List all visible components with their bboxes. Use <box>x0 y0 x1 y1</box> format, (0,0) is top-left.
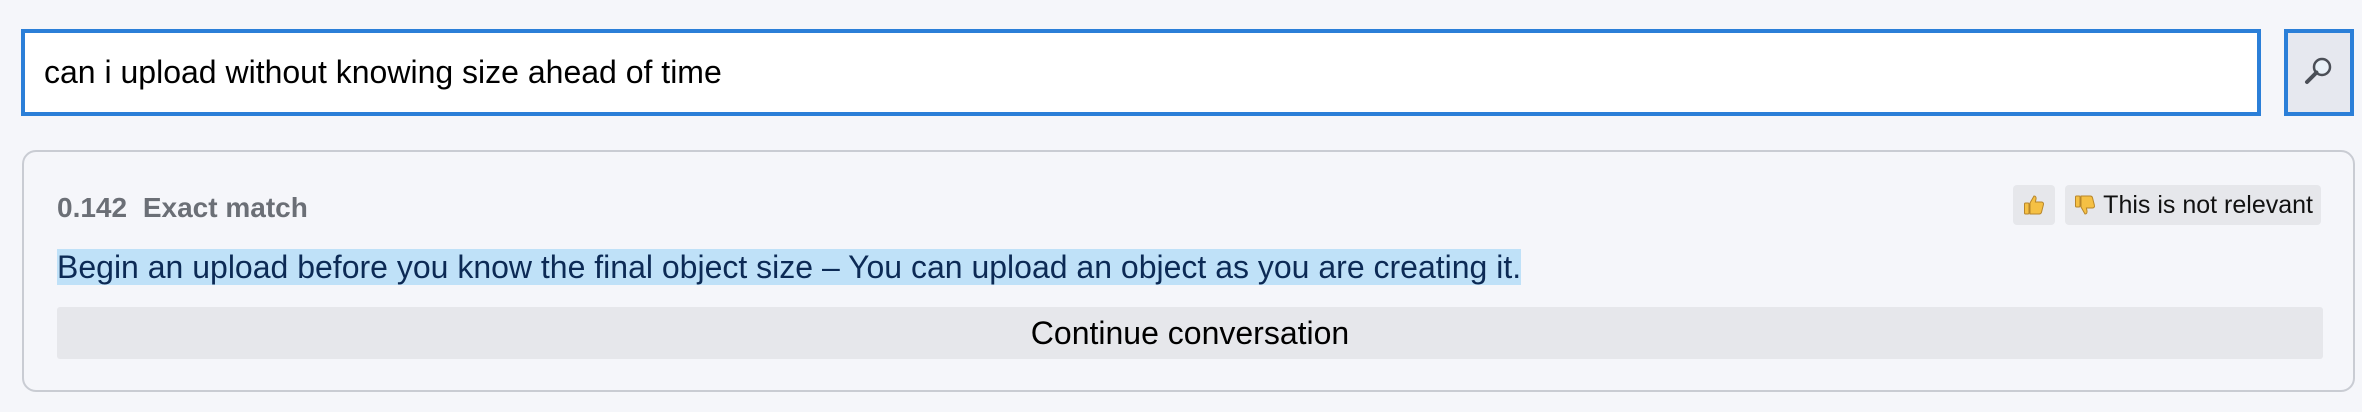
thumbs-up-button[interactable] <box>2013 185 2056 225</box>
search-input[interactable] <box>21 29 2261 116</box>
result-card: 0.142 Exact match This is not relevant B… <box>22 150 2355 392</box>
magnifier-icon <box>2302 54 2336 91</box>
thumbs-down-icon <box>2073 193 2097 217</box>
not-relevant-label: This is not relevant <box>2103 190 2313 219</box>
match-score: 0.142 Exact match <box>57 192 308 224</box>
score-value: 0.142 <box>57 192 128 223</box>
match-type: Exact match <box>142 192 308 223</box>
continue-conversation-button[interactable]: Continue conversation <box>57 307 2323 359</box>
thumbs-up-icon <box>2022 193 2046 217</box>
highlighted-result-text: Begin an upload before you know the fina… <box>57 249 1522 285</box>
search-button[interactable] <box>2284 29 2354 116</box>
result-text: Begin an upload before you know the fina… <box>57 246 1522 288</box>
feedback-buttons: This is not relevant <box>2013 185 2321 225</box>
not-relevant-button[interactable]: This is not relevant <box>2065 185 2321 225</box>
